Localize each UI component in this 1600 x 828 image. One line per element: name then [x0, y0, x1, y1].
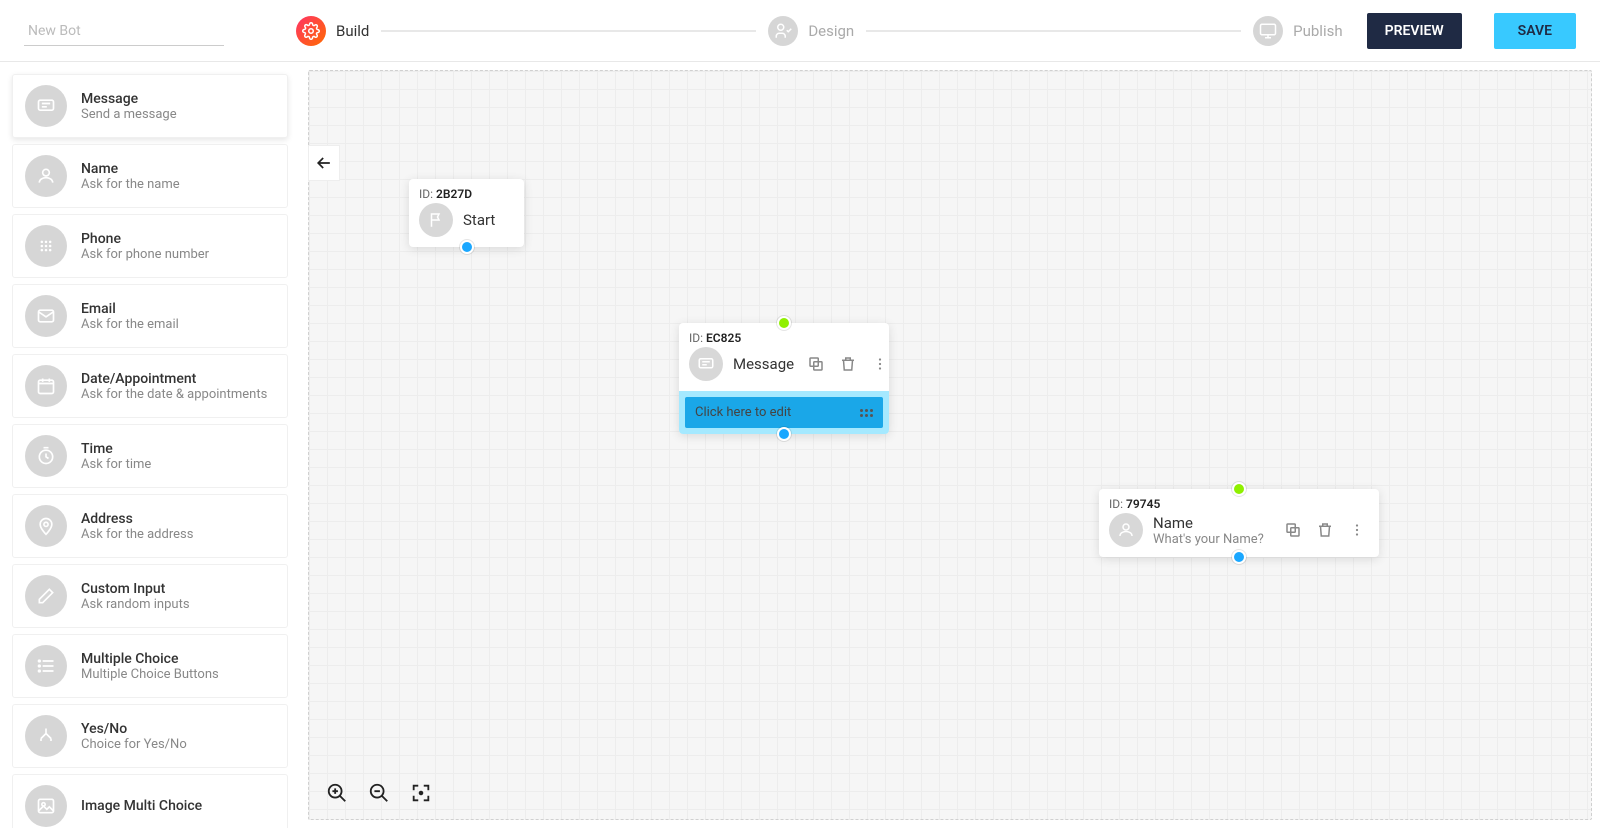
node-title: Message	[733, 355, 794, 373]
palette-title: Custom Input	[81, 581, 190, 597]
palette-sub: Multiple Choice Buttons	[81, 667, 219, 682]
port-out[interactable]	[777, 427, 791, 441]
palette-sub: Ask for the name	[81, 177, 180, 192]
palette-sub: Ask for time	[81, 457, 151, 472]
clock-icon	[25, 435, 67, 477]
palette-item-address[interactable]: AddressAsk for the address	[12, 494, 288, 558]
palette-title: Email	[81, 301, 179, 317]
branch-icon	[25, 715, 67, 757]
palette-title: Image Multi Choice	[81, 798, 202, 814]
preview-button[interactable]: PREVIEW	[1367, 13, 1462, 49]
mail-icon	[25, 295, 67, 337]
palette-sub: Ask for the email	[81, 317, 179, 332]
palette-title: Address	[81, 511, 193, 527]
flag-icon	[419, 203, 453, 237]
node-message[interactable]: ID: EC825 Message Click here to edit	[679, 323, 889, 434]
palette-item-email[interactable]: EmailAsk for the email	[12, 284, 288, 348]
node-subtitle: What's your Name?	[1153, 532, 1264, 547]
pencil-icon	[25, 575, 67, 617]
more-icon[interactable]	[1345, 518, 1369, 542]
node-start[interactable]: ID: 2B27D Start	[409, 179, 524, 247]
more-icon[interactable]	[868, 352, 892, 376]
step-build-label: Build	[336, 22, 369, 40]
pin-icon	[25, 505, 67, 547]
palette-item-message[interactable]: MessageSend a message	[12, 74, 288, 138]
flow-canvas[interactable]: ID: 2B27D Start ID: EC825 Message	[308, 70, 1592, 820]
node-title: Start	[463, 211, 495, 229]
step-publish[interactable]: Publish	[1253, 16, 1342, 46]
port-in[interactable]	[777, 316, 791, 330]
message-icon	[689, 347, 723, 381]
palette-item-custom[interactable]: Custom InputAsk random inputs	[12, 564, 288, 628]
edit-hint-text: Click here to edit	[695, 405, 791, 420]
steps-nav: Build Design Publish	[296, 16, 1343, 46]
palette-title: Date/Appointment	[81, 371, 267, 387]
list-icon	[25, 645, 67, 687]
step-divider	[381, 30, 756, 32]
node-title: Name	[1153, 514, 1264, 532]
save-button[interactable]: SAVE	[1494, 13, 1576, 49]
image-icon	[25, 785, 67, 827]
port-out[interactable]	[1232, 550, 1246, 564]
fit-screen-button[interactable]	[407, 779, 435, 807]
palette-item-time[interactable]: TimeAsk for time	[12, 424, 288, 488]
calendar-icon	[25, 365, 67, 407]
palette-item-yesno[interactable]: Yes/NoChoice for Yes/No	[12, 704, 288, 768]
palette-item-phone[interactable]: PhoneAsk for phone number	[12, 214, 288, 278]
palette-item-name[interactable]: NameAsk for the name	[12, 144, 288, 208]
grip-icon[interactable]	[860, 409, 873, 417]
palette-sub: Choice for Yes/No	[81, 737, 187, 752]
palette-title: Message	[81, 91, 177, 107]
palette-item-date[interactable]: Date/AppointmentAsk for the date & appoi…	[12, 354, 288, 418]
person-icon	[25, 155, 67, 197]
design-icon	[768, 16, 798, 46]
palette-title: Phone	[81, 231, 209, 247]
copy-icon[interactable]	[804, 352, 828, 376]
step-publish-label: Publish	[1293, 22, 1342, 40]
palette-item-multichoice[interactable]: Multiple ChoiceMultiple Choice Buttons	[12, 634, 288, 698]
zoom-controls	[323, 779, 435, 807]
zoom-in-button[interactable]	[323, 779, 351, 807]
port-out[interactable]	[460, 240, 474, 254]
palette-sub: Ask random inputs	[81, 597, 190, 612]
publish-icon	[1253, 16, 1283, 46]
step-design[interactable]: Design	[768, 16, 854, 46]
zoom-out-button[interactable]	[365, 779, 393, 807]
gear-icon	[296, 16, 326, 46]
step-build[interactable]: Build	[296, 16, 369, 46]
components-sidebar: MessageSend a message NameAsk for the na…	[0, 62, 300, 828]
keypad-icon	[25, 225, 67, 267]
node-name[interactable]: ID: 79745 Name What's your Name?	[1099, 489, 1379, 557]
step-design-label: Design	[808, 22, 854, 40]
palette-sub: Ask for the address	[81, 527, 193, 542]
palette-item-imagemulti[interactable]: Image Multi Choice	[12, 774, 288, 828]
port-in[interactable]	[1232, 482, 1246, 496]
palette-sub: Ask for phone number	[81, 247, 209, 262]
copy-icon[interactable]	[1281, 518, 1305, 542]
trash-icon[interactable]	[836, 352, 860, 376]
palette-title: Name	[81, 161, 180, 177]
palette-title: Yes/No	[81, 721, 187, 737]
palette-sub: Send a message	[81, 107, 177, 122]
bot-name-input[interactable]	[24, 15, 224, 46]
step-divider	[866, 30, 1241, 32]
palette-sub: Ask for the date & appointments	[81, 387, 267, 402]
person-icon	[1109, 513, 1143, 547]
collapse-sidebar-button[interactable]	[308, 145, 340, 181]
message-icon	[25, 85, 67, 127]
palette-title: Time	[81, 441, 151, 457]
palette-title: Multiple Choice	[81, 651, 219, 667]
node-id: ID: 2B27D	[409, 179, 524, 203]
trash-icon[interactable]	[1313, 518, 1337, 542]
edit-message-area[interactable]: Click here to edit	[685, 397, 883, 428]
